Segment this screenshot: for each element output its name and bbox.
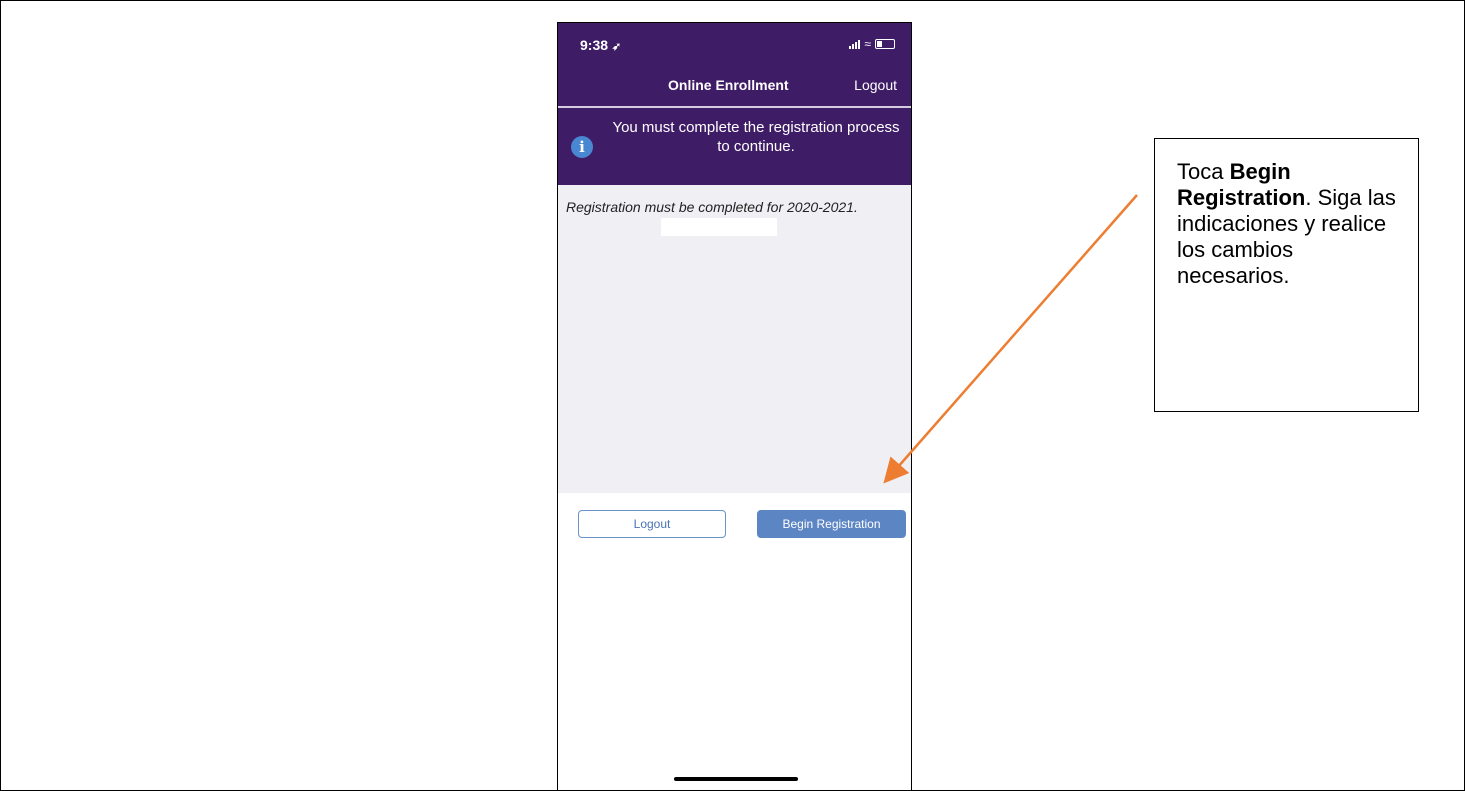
phone-screenshot: 9:38 ➶ ≈ Online Enrollment Logout i You … bbox=[557, 22, 912, 790]
wifi-icon: ≈ bbox=[864, 37, 871, 51]
redaction-box bbox=[661, 218, 777, 236]
begin-registration-button[interactable]: Begin Registration bbox=[757, 510, 906, 538]
status-bar: 9:38 ➶ ≈ bbox=[558, 23, 911, 73]
nav-logout-button[interactable]: Logout bbox=[854, 77, 897, 93]
battery-icon bbox=[875, 39, 895, 49]
status-time: 9:38 ➶ bbox=[580, 37, 622, 53]
status-icons: ≈ bbox=[849, 37, 895, 51]
callout-prefix: Toca bbox=[1177, 159, 1230, 184]
page-title: Online Enrollment bbox=[668, 77, 789, 93]
home-indicator[interactable] bbox=[674, 777, 798, 781]
app-header: 9:38 ➶ ≈ Online Enrollment Logout i You … bbox=[558, 23, 911, 185]
info-banner-message: You must complete the registration proce… bbox=[612, 119, 900, 155]
nav-divider bbox=[558, 106, 911, 108]
location-arrow-icon: ➶ bbox=[611, 41, 622, 53]
registration-notice: Registration must be completed for 2020-… bbox=[566, 199, 858, 215]
content-area: Registration must be completed for 2020-… bbox=[558, 185, 911, 493]
info-icon: i bbox=[571, 136, 593, 158]
signal-icon bbox=[849, 39, 861, 49]
logout-button[interactable]: Logout bbox=[578, 510, 726, 538]
instruction-callout: Toca Begin Registration. Siga las indica… bbox=[1154, 138, 1419, 412]
